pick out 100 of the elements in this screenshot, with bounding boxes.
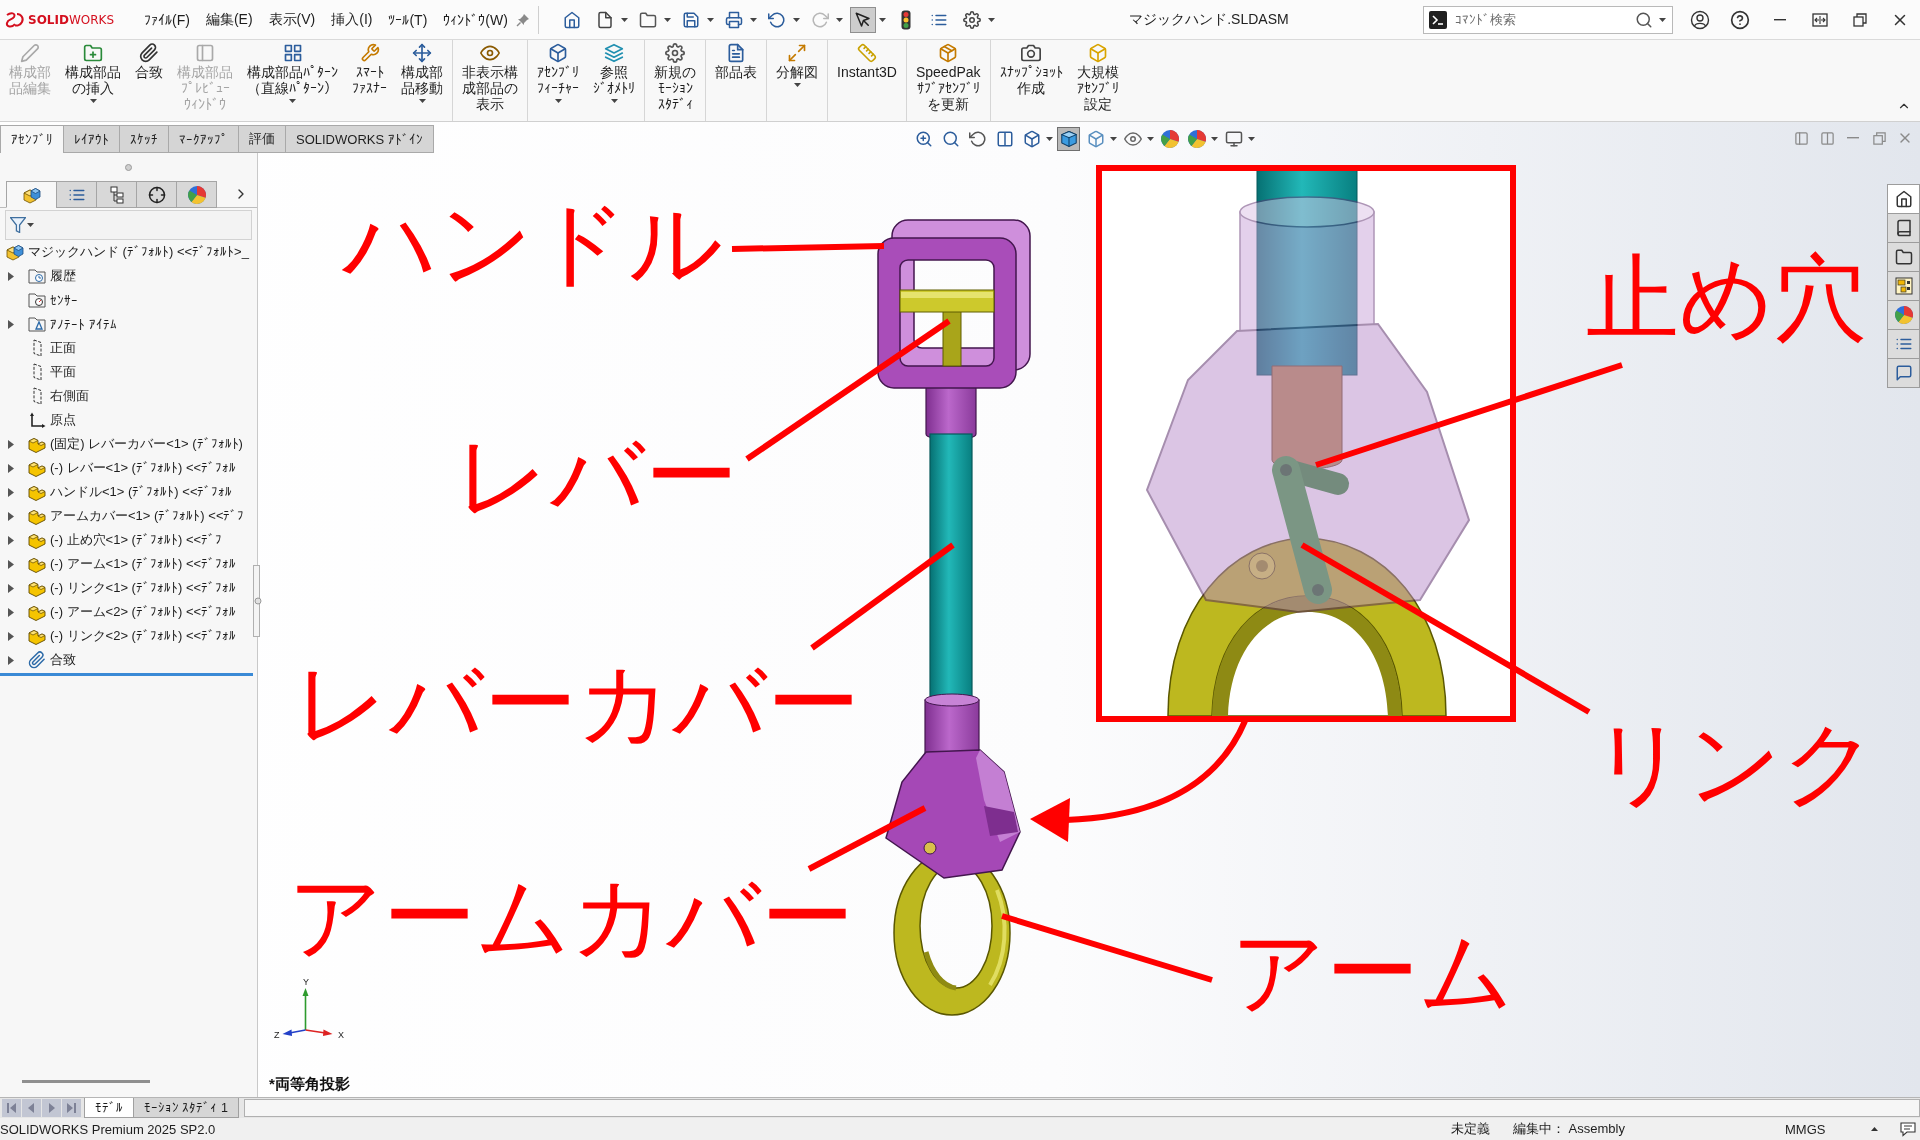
instant3d-button[interactable]: Instant3D: [830, 40, 904, 121]
command-search-field[interactable]: ｺﾏﾝﾄﾞ検索: [1453, 8, 1629, 31]
caret-down-icon[interactable]: [793, 83, 801, 87]
model-tab[interactable]: ﾓﾃﾞﾙ: [84, 1098, 134, 1118]
reference-button[interactable]: 参照ｼﾞｵﾒﾄﾘ: [586, 40, 642, 121]
command-tab[interactable]: ﾏｰｸｱｯﾌﾟ: [168, 125, 239, 153]
feature-button[interactable]: ｱｾﾝﾌﾞﾘﾌｨｰﾁｬｰ: [530, 40, 586, 121]
units-button[interactable]: MMGS: [1785, 1121, 1871, 1137]
caret-down-icon[interactable]: [89, 99, 97, 103]
snapshot-button[interactable]: ｽﾅｯﾌﾟｼｮｯﾄ作成: [992, 40, 1070, 121]
appearance-button[interactable]: [1158, 127, 1181, 151]
tree-item[interactable]: ｱﾉﾃｰﾄ ｱｲﾃﾑ: [0, 312, 257, 336]
expand-arrow-icon[interactable]: [8, 607, 14, 617]
pin-icon[interactable]: [515, 12, 530, 27]
menu-item[interactable]: ﾌｧｲﾙ(F): [136, 7, 198, 32]
tree-item[interactable]: (-) レバー<1> (ﾃﾞﾌｫﾙﾄ) <<ﾃﾞﾌｫﾙ: [0, 456, 257, 480]
pattern-button[interactable]: 構成部品ﾊﾟﾀｰﾝ（直線ﾊﾟﾀｰﾝ）: [240, 40, 345, 121]
splitter-handle-icon[interactable]: [253, 565, 262, 637]
caret-down-icon[interactable]: [1110, 137, 1117, 141]
large-button[interactable]: 大規模ｱｾﾝﾌﾞﾘ設定: [1069, 40, 1126, 121]
tree-item[interactable]: 履歴: [0, 264, 257, 288]
command-search-box[interactable]: ｺﾏﾝﾄﾞ検索: [1423, 5, 1673, 34]
caret-down-icon[interactable]: [1046, 137, 1053, 141]
move-button[interactable]: 構成部品移動: [394, 40, 450, 121]
menu-item[interactable]: 表示(V): [260, 6, 324, 33]
caret-down-icon[interactable]: [1147, 137, 1154, 141]
tree-item[interactable]: 右側面: [0, 384, 257, 408]
menu-item[interactable]: 編集(E): [197, 6, 261, 33]
tree-item[interactable]: (-) 止め穴<1> (ﾃﾞﾌｫﾙﾄ) <<ﾃﾞﾌ: [0, 528, 257, 552]
caret-down-icon[interactable]: [1211, 137, 1218, 141]
caret-down-icon[interactable]: [987, 17, 995, 22]
caret-down-icon[interactable]: [620, 17, 628, 22]
command-tab[interactable]: ﾚｲｱｳﾄ: [63, 125, 120, 153]
expand-arrow-icon[interactable]: [8, 655, 14, 665]
properties-tab[interactable]: [1887, 329, 1920, 359]
tree-item[interactable]: マジックハンド (ﾃﾞﾌｫﾙﾄ) <<ﾃﾞﾌｫﾙﾄ>_: [0, 240, 257, 264]
command-tab[interactable]: SOLIDWORKS ｱﾄﾞｲﾝ: [285, 125, 434, 153]
speech-bubble-icon[interactable]: [1900, 1121, 1916, 1137]
menu-item[interactable]: ｳｨﾝﾄﾞｳ(W): [435, 7, 516, 32]
tree-item[interactable]: 原点: [0, 408, 257, 432]
expand-arrow-icon[interactable]: [8, 319, 14, 329]
model-tab[interactable]: ﾓｰｼｮﾝ ｽﾀﾃﾞｨ 1: [133, 1098, 239, 1118]
bom-button[interactable]: 部品表: [708, 40, 764, 121]
command-tab[interactable]: ｽｹｯﾁ: [119, 125, 169, 153]
caret-down-icon[interactable]: [878, 17, 886, 22]
speedpak-button[interactable]: SpeedPak ｻﾌﾞｱｾﾝﾌﾞﾘを更新: [908, 40, 988, 121]
scene-button[interactable]: [1185, 127, 1208, 151]
menu-item[interactable]: ﾂｰﾙ(T): [380, 7, 436, 32]
expand-arrow-icon[interactable]: [8, 511, 14, 521]
tree-item[interactable]: アームカバー<1> (ﾃﾞﾌｫﾙﾄ) <<ﾃﾞﾌ: [0, 504, 257, 528]
expand-arrow-icon[interactable]: [8, 631, 14, 641]
tree-tab[interactable]: [6, 181, 57, 208]
tree-item[interactable]: (-) リンク<2> (ﾃﾞﾌｫﾙﾄ) <<ﾃﾞﾌｫﾙ: [0, 624, 257, 648]
caret-down-icon[interactable]: [663, 17, 671, 22]
caret-down-icon[interactable]: [706, 17, 714, 22]
caret-down-icon[interactable]: [1659, 17, 1666, 22]
caret-down-icon[interactable]: [749, 17, 757, 22]
forum-tab[interactable]: [1887, 358, 1920, 388]
library-tab[interactable]: [1887, 213, 1920, 243]
tree-item[interactable]: 合致: [0, 648, 257, 672]
caret-down-icon[interactable]: [1248, 137, 1255, 141]
caret-down-icon[interactable]: [792, 17, 800, 22]
dimxpert-tab[interactable]: [136, 181, 177, 208]
expand-arrow-icon[interactable]: [8, 559, 14, 569]
grip-dot-icon[interactable]: [125, 163, 132, 171]
explorer-tab[interactable]: [1887, 242, 1920, 272]
expand-arrow-icon[interactable]: [8, 439, 14, 449]
tree-item[interactable]: (-) リンク<1> (ﾃﾞﾌｫﾙﾄ) <<ﾃﾞﾌｫﾙ: [0, 576, 257, 600]
home-tab[interactable]: [1887, 184, 1920, 214]
caret-down-icon[interactable]: [610, 99, 618, 103]
menu-item[interactable]: 挿入(I): [323, 6, 381, 33]
explode-button[interactable]: 分解図: [769, 40, 825, 121]
tree-item[interactable]: ｾﾝｻｰ: [0, 288, 257, 312]
show-button[interactable]: 非表示構成部品の表示: [455, 40, 525, 121]
expand-arrow-icon[interactable]: [8, 535, 14, 545]
motion-button[interactable]: 新規のﾓｰｼｮﾝｽﾀﾃﾞｨ: [647, 40, 703, 121]
command-tab[interactable]: ｱｾﾝﾌﾞﾘ: [0, 125, 64, 153]
expand-arrow-icon[interactable]: [8, 583, 14, 593]
caret-down-icon[interactable]: [554, 99, 562, 103]
filter-field[interactable]: [5, 210, 252, 240]
configurations-tab[interactable]: [96, 181, 137, 208]
fastener-button[interactable]: ｽﾏｰﾄﾌｧｽﾅｰ: [345, 40, 394, 121]
select-button[interactable]: [849, 6, 876, 33]
horizontal-scrollbar[interactable]: [22, 1080, 150, 1083]
expand-arrow-icon[interactable]: [8, 487, 14, 497]
expand-arrow-icon[interactable]: [8, 463, 14, 473]
tree-item[interactable]: 平面: [0, 360, 257, 384]
mate-button[interactable]: 合致: [128, 40, 170, 121]
caret-down-icon[interactable]: [418, 99, 426, 103]
command-tab[interactable]: 評価: [238, 125, 286, 153]
tree-item[interactable]: 正面: [0, 336, 257, 360]
caret-up-icon[interactable]: [1871, 1127, 1878, 1131]
appearances-tab[interactable]: [1887, 300, 1920, 330]
insert-button[interactable]: 構成部品の挿入: [58, 40, 128, 121]
caret-down-icon[interactable]: [289, 99, 296, 103]
expand-arrow-icon[interactable]: [8, 271, 14, 281]
palette-tab[interactable]: [1887, 271, 1920, 301]
caret-down-icon[interactable]: [27, 223, 34, 227]
tree-item[interactable]: ハンドル<1> (ﾃﾞﾌｫﾙﾄ) <<ﾃﾞﾌｫﾙ: [0, 480, 257, 504]
properties-tab[interactable]: [56, 181, 97, 208]
